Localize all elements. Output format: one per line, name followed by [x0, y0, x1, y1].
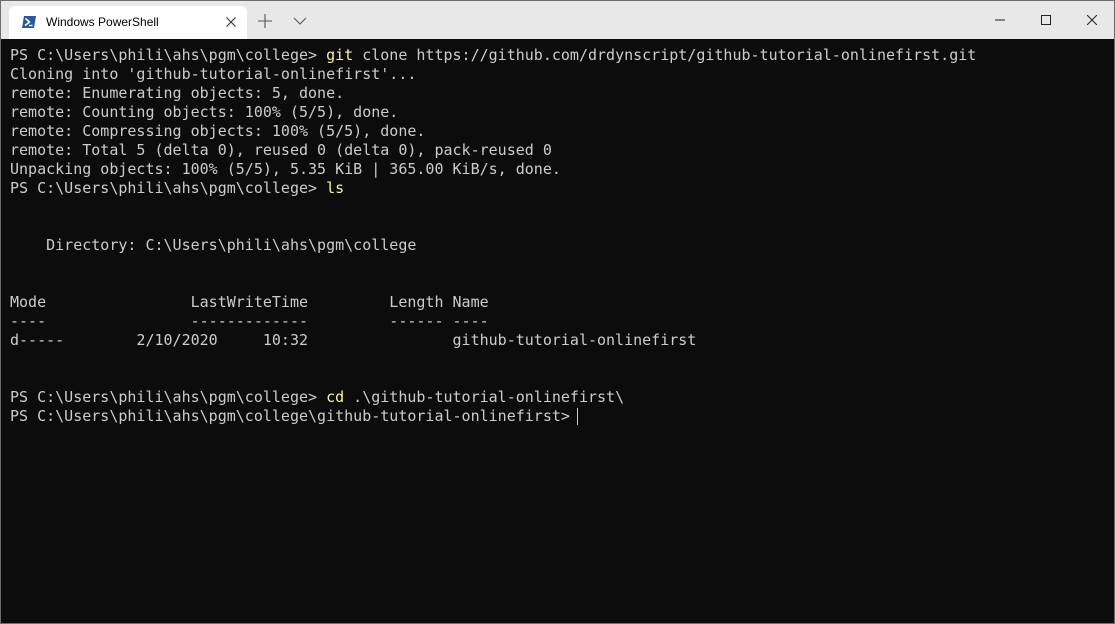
terminal-line: Cloning into 'github-tutorial-onlinefirs…	[10, 65, 417, 83]
chevron-down-icon[interactable]	[289, 10, 311, 32]
close-icon[interactable]	[223, 14, 239, 30]
maximize-button[interactable]	[1023, 1, 1069, 39]
powershell-window: Windows PowerShell PS C:\Users\phili\ahs…	[0, 0, 1115, 624]
terminal-line: PS C:\Users\phili\ahs\pgm\college> cd .\…	[10, 388, 625, 406]
minimize-button[interactable]	[977, 1, 1023, 39]
text-cursor	[577, 408, 578, 425]
terminal-line: Mode LastWriteTime Length Name	[10, 293, 489, 311]
terminal-line: PS C:\Users\phili\ahs\pgm\college\github…	[10, 407, 579, 425]
terminal-line: remote: Total 5 (delta 0), reused 0 (del…	[10, 141, 552, 159]
tab-title: Windows PowerShell	[46, 15, 159, 29]
terminal-output[interactable]: PS C:\Users\phili\ahs\pgm\college> git c…	[1, 39, 1114, 623]
title-bar[interactable]: Windows PowerShell	[1, 1, 1114, 39]
terminal-line: PS C:\Users\phili\ahs\pgm\college> ls	[10, 179, 345, 197]
terminal-line: Directory: C:\Users\phili\ahs\pgm\colleg…	[10, 236, 417, 254]
tab-windows-powershell[interactable]: Windows PowerShell	[9, 6, 247, 39]
terminal-line: ---- ------------- ------ ----	[10, 312, 489, 330]
terminal-line: Unpacking objects: 100% (5/5), 5.35 KiB …	[10, 160, 561, 178]
close-button[interactable]	[1069, 1, 1114, 39]
terminal-line: remote: Enumerating objects: 5, done.	[10, 84, 345, 102]
minimize-icon	[995, 19, 1005, 21]
terminal-line: remote: Compressing objects: 100% (5/5),…	[10, 122, 426, 140]
terminal-line: PS C:\Users\phili\ahs\pgm\college> git c…	[10, 46, 977, 64]
terminal-line: d----- 2/10/2020 10:32 github-tutorial-o…	[10, 331, 697, 349]
maximize-icon	[1041, 15, 1051, 25]
powershell-icon	[22, 16, 36, 28]
terminal-line: remote: Counting objects: 100% (5/5), do…	[10, 103, 399, 121]
plus-icon[interactable]	[253, 10, 277, 32]
close-icon	[1087, 15, 1097, 25]
